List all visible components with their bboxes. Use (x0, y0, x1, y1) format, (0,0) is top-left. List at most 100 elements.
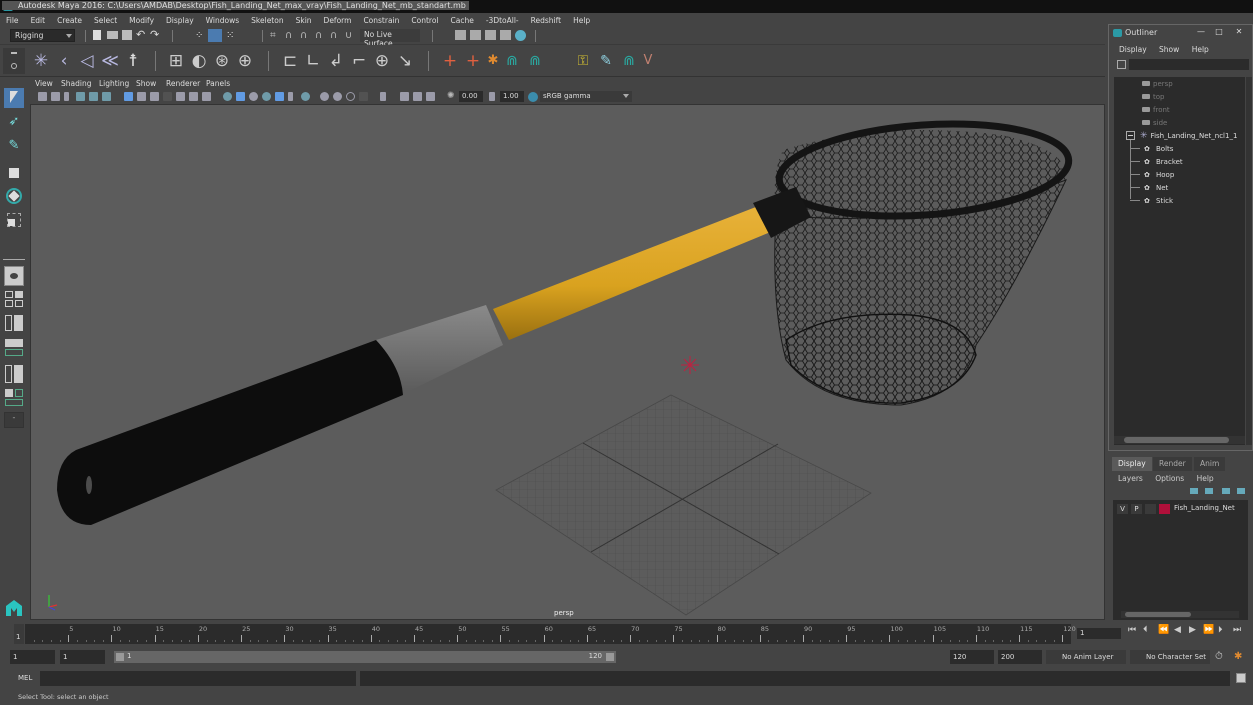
menu-set-dropdown[interactable]: Rigging (10, 29, 75, 42)
outliner-menu-display[interactable]: Display (1119, 45, 1147, 54)
select-hierarchy-icon[interactable]: ⁘ (195, 30, 207, 42)
resolution-gate-icon[interactable] (150, 92, 159, 101)
wireframe-on-shaded-icon[interactable] (249, 92, 258, 101)
safe-title-icon[interactable] (202, 92, 211, 101)
outliner-item-net[interactable]: ✿ Net (1130, 181, 1168, 194)
collapse-icon[interactable] (1126, 131, 1135, 140)
range-start-handle[interactable] (116, 653, 124, 661)
isolate-select-icon[interactable] (359, 92, 368, 101)
menu-display[interactable]: Display (166, 16, 194, 25)
ipr-render-icon[interactable] (485, 30, 496, 40)
layer-color-swatch[interactable] (1159, 504, 1170, 514)
paint-skin-icon[interactable]: ✎ (596, 51, 616, 71)
color-management-icon[interactable] (528, 92, 538, 102)
filter-icon[interactable] (1117, 60, 1126, 69)
menu-windows[interactable]: Windows (206, 16, 239, 25)
snap-surface-icon[interactable]: ∩ (330, 30, 342, 42)
field-chart-icon[interactable] (176, 92, 185, 101)
animation-end-field[interactable]: 200 (998, 650, 1042, 664)
vp-menu-renderer[interactable]: Renderer (166, 79, 200, 88)
layer-tab-display[interactable]: Display (1112, 457, 1152, 471)
lattice-icon[interactable]: ⊛ (212, 51, 232, 71)
wireframe-icon[interactable] (223, 92, 232, 101)
step-back-key-icon[interactable]: ⏪ (1158, 625, 1169, 635)
film-gate-icon[interactable] (137, 92, 146, 101)
layer-menu-help[interactable]: Help (1197, 474, 1214, 483)
render-current-frame-icon[interactable] (470, 30, 481, 40)
outliner-search-input[interactable] (1129, 59, 1249, 70)
live-surface-icon[interactable]: ∪ (345, 30, 357, 42)
close-button[interactable]: ✕ (1233, 27, 1245, 37)
perspective-viewport[interactable]: persp (30, 104, 1105, 620)
outliner-item-bolts[interactable]: ✿ Bolts (1130, 142, 1173, 155)
point-constraint-icon[interactable]: ∟ (303, 51, 323, 71)
select-component-icon[interactable]: ⁙ (226, 30, 238, 42)
depth-of-field-icon[interactable] (346, 92, 355, 101)
go-to-start-icon[interactable]: ⏮ (1128, 625, 1136, 635)
menu-select[interactable]: Select (94, 16, 117, 25)
set-driven-key-icon[interactable]: + (440, 51, 460, 71)
blend-shape-icon[interactable]: ⋒ (502, 51, 522, 71)
script-editor-icon[interactable] (1236, 673, 1246, 683)
move-tool-icon[interactable] (4, 163, 24, 183)
layer-tab-render[interactable]: Render (1153, 457, 1192, 471)
ik-handle-icon[interactable]: ‹ (54, 51, 74, 71)
outliner-menu-help[interactable]: Help (1192, 45, 1209, 54)
menu-cache[interactable]: Cache (451, 16, 474, 25)
maximize-button[interactable]: □ (1213, 27, 1225, 37)
persp-outliner-layout-icon[interactable] (4, 314, 24, 332)
layer-row[interactable]: V P Fish_Landing_Net (1113, 503, 1248, 515)
layer-name[interactable]: Fish_Landing_Net (1174, 504, 1235, 512)
smooth-shade-icon[interactable] (236, 92, 245, 101)
playback-end-field[interactable]: 120 (950, 650, 994, 664)
rotate-tool-icon[interactable] (4, 186, 24, 206)
character-icon[interactable]: ✱ (483, 51, 503, 71)
outliner-menu-show[interactable]: Show (1159, 45, 1179, 54)
animation-preferences-icon[interactable]: ✱ (1234, 651, 1242, 662)
outliner-vertical-scrollbar[interactable] (1246, 77, 1252, 445)
outliner-item-hoop[interactable]: ✿ Hoop (1130, 168, 1174, 181)
persp-graph-layout-icon[interactable] (4, 338, 24, 358)
paint-weights-icon[interactable]: ◐ (189, 51, 209, 71)
aim-constraint-icon[interactable]: ⊕ (372, 51, 392, 71)
select-object-icon[interactable] (208, 29, 222, 42)
step-forward-key-icon[interactable]: ⏩ (1203, 625, 1214, 635)
cluster-icon[interactable]: ⊕ (235, 51, 255, 71)
vp-menu-panels[interactable]: Panels (206, 79, 230, 88)
hypershade-icon[interactable] (515, 30, 526, 41)
outliner-item-front[interactable]: front (1142, 103, 1170, 116)
playback-start-field[interactable]: 1 (60, 650, 105, 664)
maya-home-icon[interactable] (4, 598, 24, 618)
new-scene-icon[interactable] (93, 30, 101, 40)
command-language-label[interactable]: MEL (18, 674, 32, 682)
menu-file[interactable]: File (6, 16, 19, 25)
xray-active-icon[interactable] (400, 92, 409, 101)
redshift-icon[interactable]: ⋒ (619, 51, 639, 71)
layer-menu-layers[interactable]: Layers (1118, 474, 1143, 483)
snap-view-plane-icon[interactable]: ∩ (315, 30, 327, 42)
play-backwards-icon[interactable]: ◀ (1174, 625, 1181, 635)
backface-culling-icon[interactable] (426, 92, 435, 101)
persp-graph-hypergraph-layout-icon[interactable] (4, 388, 24, 408)
bind-skin-icon[interactable]: ⊞ (166, 51, 186, 71)
outliner-item-persp[interactable]: persp (1142, 77, 1173, 90)
layer-tab-anim[interactable]: Anim (1194, 457, 1226, 471)
gamma-field[interactable]: 1.00 (500, 91, 524, 102)
vp-menu-lighting[interactable]: Lighting (99, 79, 129, 88)
grid-toggle-icon[interactable] (124, 92, 133, 101)
new-layer-selected-icon[interactable] (1237, 488, 1245, 494)
orient-constraint-icon[interactable]: ↲ (326, 51, 346, 71)
layer-horizontal-scrollbar[interactable] (1121, 611, 1239, 618)
snap-curve-icon[interactable]: ∩ (285, 30, 297, 42)
menu-control[interactable]: Control (411, 16, 438, 25)
insert-joint-icon[interactable]: ≪ (100, 51, 120, 71)
ik-spline-icon[interactable]: ◁ (77, 51, 97, 71)
menu-modify[interactable]: Modify (129, 16, 154, 25)
live-surface-field[interactable]: No Live Surface (360, 29, 420, 48)
outliner-horizontal-scrollbar[interactable] (1114, 436, 1245, 444)
move-layer-down-icon[interactable] (1205, 488, 1213, 494)
xray-icon[interactable] (380, 92, 386, 101)
wrap-deformer-icon[interactable]: ⋒ (525, 51, 545, 71)
range-slider[interactable]: 1 120 (114, 651, 616, 663)
redo-icon[interactable]: ↷ (150, 29, 162, 42)
